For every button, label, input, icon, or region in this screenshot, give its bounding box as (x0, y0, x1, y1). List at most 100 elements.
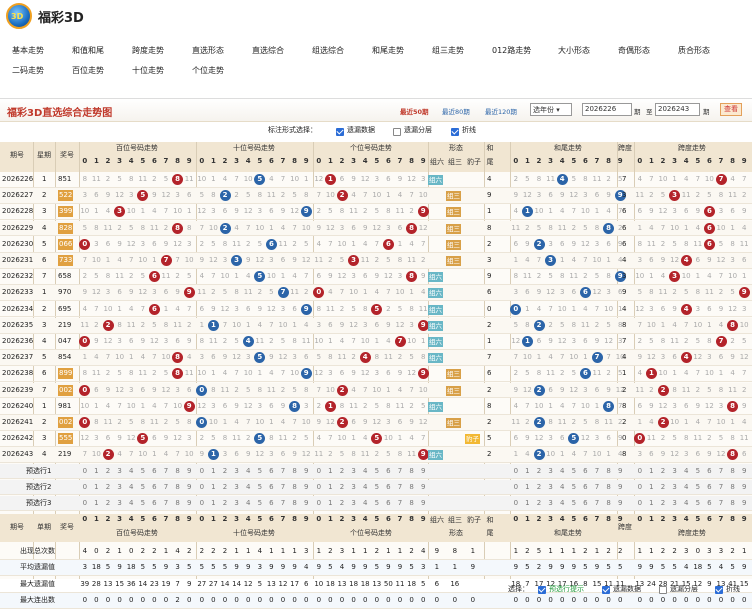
preselect-digit[interactable]: 8 (727, 464, 739, 479)
preselect-digit[interactable]: 8 (406, 496, 418, 511)
preselect-digit[interactable]: 2 (533, 480, 545, 495)
preselect-digit[interactable]: 0 (79, 464, 91, 479)
preselect-digit[interactable]: 7 (277, 464, 289, 479)
preselect-digit[interactable]: 2 (219, 496, 231, 511)
preselect-digit[interactable]: 8 (172, 496, 184, 511)
preselect-row[interactable]: 预选行2 0 1 2 3 4 5 6 7 8 9 0 1 2 3 4 5 6 7 8 9 0 1 2 3 4 5 6 7 8 9 0 1 2 3 4 5… (0, 479, 752, 496)
preselect-digit[interactable]: 3 (114, 496, 126, 511)
preselect-digit[interactable]: 5 (254, 496, 266, 511)
recent80-link[interactable]: 最近80期 (442, 106, 470, 116)
preselect-digit[interactable]: 0 (79, 480, 91, 495)
preselect-digit[interactable]: 0 (634, 464, 646, 479)
preselect-digit[interactable]: 4 (359, 480, 371, 495)
nav-link[interactable]: 组三走势 (432, 45, 464, 56)
recent120-link[interactable]: 最近120期 (485, 106, 517, 116)
preselect-digit[interactable]: 1 (91, 496, 103, 511)
preselect-digit[interactable]: 6 (704, 480, 716, 495)
preselect-digit[interactable]: 6 (149, 496, 161, 511)
preselect-digit[interactable]: 9 (614, 480, 626, 495)
preselect-digit[interactable]: 9 (417, 496, 429, 511)
preselect-digit[interactable]: 5 (254, 480, 266, 495)
preselect-digit[interactable]: 0 (79, 496, 91, 511)
preselect-digit[interactable]: 9 (738, 464, 750, 479)
preselect-digit[interactable]: 2 (102, 480, 114, 495)
preselect-digit[interactable]: 3 (545, 496, 557, 511)
preselect-row[interactable]: 预选行3 0 1 2 3 4 5 6 7 8 9 0 1 2 3 4 5 6 7 8 9 0 1 2 3 4 5 6 7 8 9 0 1 2 3 4 5… (0, 495, 752, 512)
preselect-digit[interactable]: 1 (208, 496, 220, 511)
preselect-digit[interactable]: 2 (336, 480, 348, 495)
bottom-missing-data-checkbox[interactable] (602, 586, 610, 594)
nav-link[interactable]: 二码走势 (12, 65, 44, 76)
preselect-digit[interactable]: 8 (289, 480, 301, 495)
preselect-digit[interactable]: 8 (289, 464, 301, 479)
preselect-digit[interactable]: 5 (692, 496, 704, 511)
preselect-digit[interactable]: 7 (715, 480, 727, 495)
preselect-digit[interactable]: 2 (102, 496, 114, 511)
preselect-digit[interactable]: 3 (348, 496, 360, 511)
preselect-digit[interactable]: 3 (114, 480, 126, 495)
preselect-digit[interactable]: 2 (533, 464, 545, 479)
preselect-digit[interactable]: 2 (219, 464, 231, 479)
preselect-digit[interactable]: 2 (102, 464, 114, 479)
preselect-digit[interactable]: 5 (568, 464, 580, 479)
nav-link[interactable]: 质合形态 (678, 45, 710, 56)
preselect-digit[interactable]: 9 (300, 496, 312, 511)
preselect-digit[interactable]: 5 (568, 496, 580, 511)
preselect-digit[interactable]: 4 (556, 464, 568, 479)
missing-layer-checkbox[interactable] (393, 128, 401, 136)
polyline-checkbox[interactable] (451, 128, 459, 136)
preselect-digit[interactable]: 9 (614, 496, 626, 511)
preselect-digit[interactable]: 4 (359, 464, 371, 479)
preselect-digit[interactable]: 5 (371, 480, 383, 495)
nav-link[interactable]: 奇偶形态 (618, 45, 650, 56)
nav-link[interactable]: 跨度走势 (132, 45, 164, 56)
from-issue-input[interactable]: 2026226 (582, 103, 632, 116)
preselect-digit[interactable]: 0 (313, 480, 325, 495)
preselect-digit[interactable]: 5 (137, 480, 149, 495)
preselect-digit[interactable]: 6 (266, 480, 278, 495)
preselect-digit[interactable]: 4 (242, 464, 254, 479)
preselect-digit[interactable]: 9 (417, 464, 429, 479)
preselect-digit[interactable]: 8 (406, 464, 418, 479)
preselect-digit[interactable]: 0 (634, 480, 646, 495)
preselect-digit[interactable]: 4 (125, 496, 137, 511)
preselect-digit[interactable]: 4 (242, 496, 254, 511)
preselect-digit[interactable]: 0 (313, 496, 325, 511)
nav-link[interactable]: 和值和尾 (72, 45, 104, 56)
preselect-digit[interactable]: 6 (383, 464, 395, 479)
preselect-digit[interactable]: 4 (680, 464, 692, 479)
preselect-digit[interactable]: 8 (727, 480, 739, 495)
preselect-digit[interactable]: 7 (277, 480, 289, 495)
to-issue-input[interactable]: 2026243 (655, 103, 700, 116)
preselect-digit[interactable]: 6 (704, 464, 716, 479)
preselect-digit[interactable]: 1 (646, 464, 658, 479)
preselect-digit[interactable]: 7 (394, 464, 406, 479)
preselect-digit[interactable]: 7 (160, 480, 172, 495)
preselect-digit[interactable]: 7 (591, 480, 603, 495)
query-button[interactable]: 查看 (720, 103, 742, 116)
preselect-digit[interactable]: 1 (522, 496, 534, 511)
preselect-digit[interactable]: 8 (172, 480, 184, 495)
preselect-digit[interactable]: 0 (510, 464, 522, 479)
preselect-digit[interactable]: 8 (289, 496, 301, 511)
preselect-digit[interactable]: 7 (715, 496, 727, 511)
preselect-digit[interactable]: 1 (208, 464, 220, 479)
preselect-digit[interactable]: 6 (383, 496, 395, 511)
preselect-digit[interactable]: 9 (614, 464, 626, 479)
preselect-digit[interactable]: 3 (231, 496, 243, 511)
preselect-digit[interactable]: 5 (137, 496, 149, 511)
nav-link[interactable]: 大小形态 (558, 45, 590, 56)
nav-link[interactable]: 个位走势 (192, 65, 224, 76)
preselect-digit[interactable]: 9 (183, 496, 195, 511)
preselect-digit[interactable]: 7 (591, 464, 603, 479)
preselect-digit[interactable]: 8 (603, 464, 615, 479)
preselect-digit[interactable]: 9 (417, 480, 429, 495)
preselect-digit[interactable]: 6 (383, 480, 395, 495)
preselect-digit[interactable]: 0 (634, 496, 646, 511)
preselect-digit[interactable]: 1 (646, 496, 658, 511)
bottom-missing-layer-checkbox[interactable] (659, 586, 667, 594)
preselect-digit[interactable]: 1 (208, 480, 220, 495)
preselect-digit[interactable]: 4 (125, 464, 137, 479)
preselect-digit[interactable]: 1 (522, 480, 534, 495)
preselect-digit[interactable]: 7 (160, 464, 172, 479)
